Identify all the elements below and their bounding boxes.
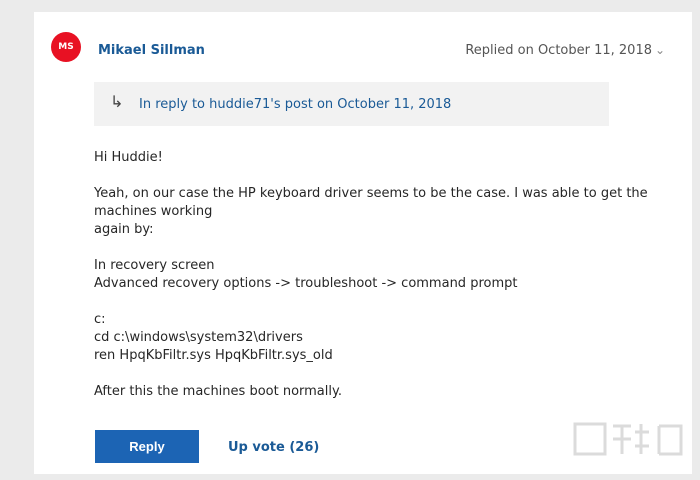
author-name[interactable]: Mikael Sillman <box>98 43 205 58</box>
reply-card: MS Mikael Sillman Replied on October 11,… <box>34 12 692 474</box>
body-line-2: again by: <box>94 222 154 237</box>
reply-arrow-icon: ↳ <box>110 92 124 111</box>
upvote-link[interactable]: Up vote (26) <box>228 440 319 455</box>
command-2: cd c:\windows\system32\drivers <box>94 330 303 345</box>
body-line-1: Yeah, on our case the HP keyboard driver… <box>94 186 648 219</box>
reply-reference: ↳ In reply to huddie71's post on October… <box>94 82 609 126</box>
replied-date: Replied on October 11, 2018 <box>465 43 652 58</box>
command-1: c: <box>94 312 106 327</box>
greeting-text: Hi Huddie! <box>94 150 163 165</box>
step-1: In recovery screen <box>94 258 215 273</box>
closing-text: After this the machines boot normally. <box>94 384 342 399</box>
reply-button[interactable]: Reply <box>95 430 199 463</box>
command-3: ren HpqKbFiltr.sys HpqKbFiltr.sys_old <box>94 348 333 363</box>
reply-reference-link[interactable]: In reply to huddie71's post on October 1… <box>139 97 451 112</box>
chevron-down-icon[interactable]: ⌄ <box>655 43 665 57</box>
step-2: Advanced recovery options -> troubleshoo… <box>94 276 518 291</box>
post-body: Hi Huddie! Yeah, on our case the HP keyb… <box>94 149 694 401</box>
avatar[interactable]: MS <box>51 32 81 62</box>
watermark-logo <box>573 422 683 456</box>
